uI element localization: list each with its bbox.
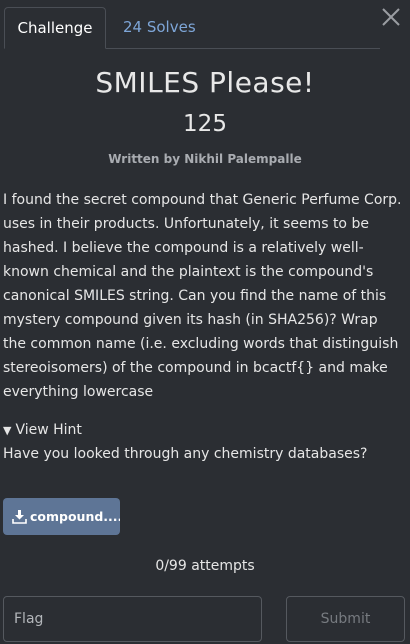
tab-solves[interactable]: 24 Solves [123, 7, 196, 48]
flag-input[interactable] [3, 596, 262, 642]
challenge-title: SMILES Please! [95, 66, 315, 99]
challenge-points: 125 [183, 111, 227, 137]
download-file-button[interactable]: compound.... [3, 498, 120, 535]
hint-text: Have you looked through any chemistry da… [3, 446, 368, 462]
view-hint-label: View Hint [15, 422, 82, 438]
view-hint-toggle[interactable]: ▼ View Hint [3, 420, 82, 441]
challenge-description: I found the secret compound that Generic… [3, 192, 402, 400]
challenge-author: Written by Nikhil Palempalle [108, 152, 302, 166]
tab-challenge[interactable]: Challenge [4, 7, 106, 49]
caret-down-icon: ▼ [3, 424, 12, 437]
download-file-label: compound.... [30, 509, 120, 524]
download-icon [12, 510, 27, 524]
close-button[interactable] [380, 6, 402, 28]
tab-bar: Challenge 24 Solves [4, 7, 380, 49]
submit-button[interactable]: Submit [286, 596, 405, 642]
challenge-modal: Challenge 24 Solves SMILES Please! 125 W… [0, 0, 410, 644]
attempts-counter: 0/99 attempts [155, 558, 255, 574]
close-icon [382, 8, 400, 26]
